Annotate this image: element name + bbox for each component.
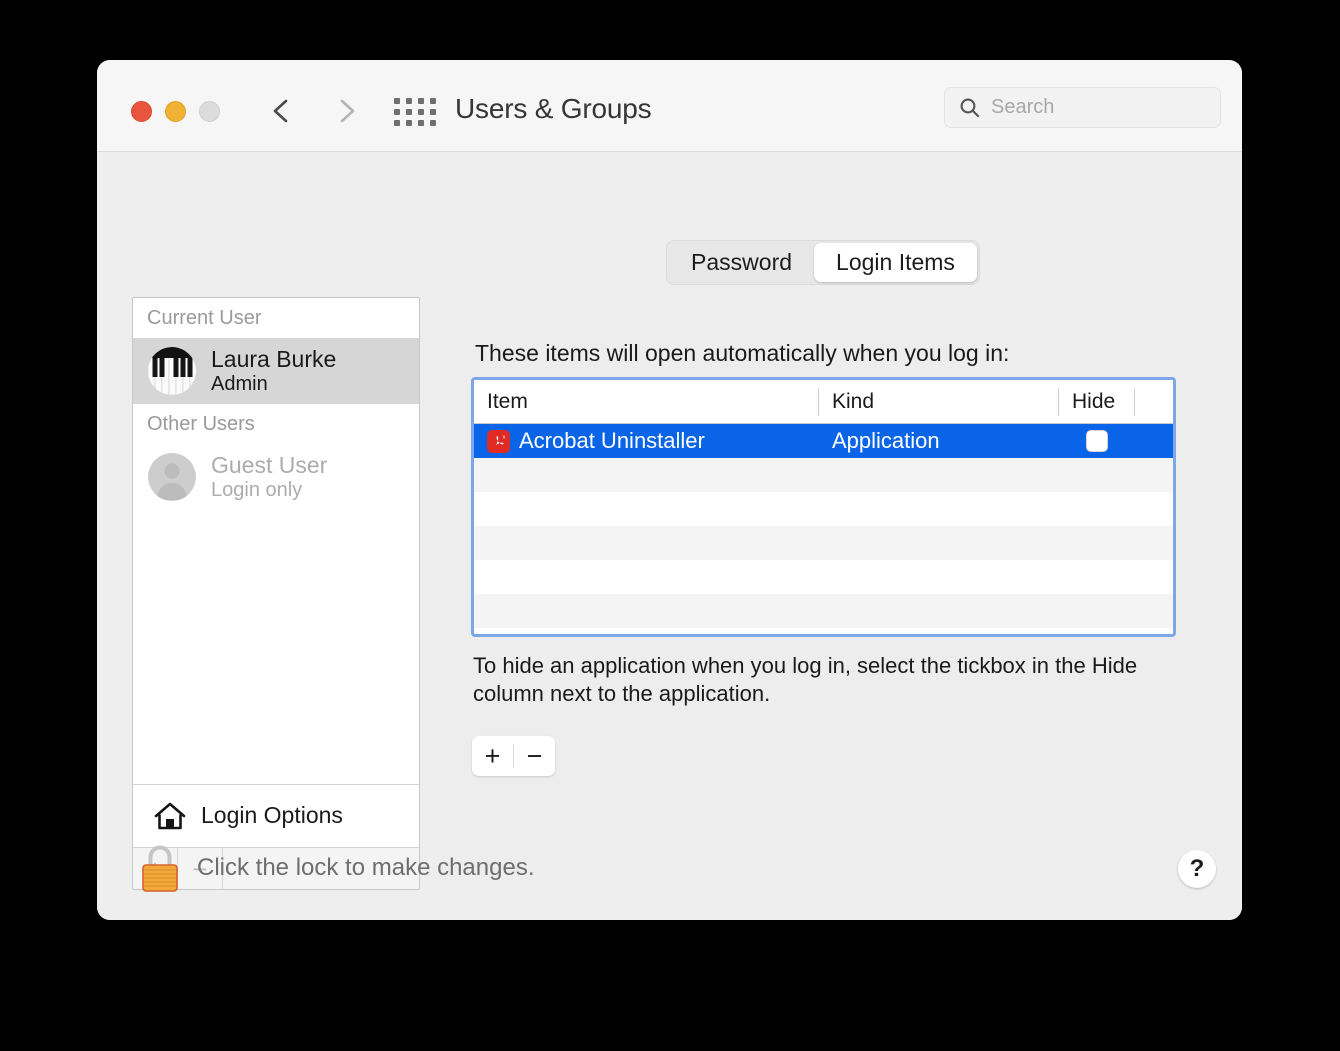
table-row[interactable]: x Acrobat Uninstaller Application — [474, 424, 1173, 458]
page-title: Users & Groups — [455, 93, 651, 125]
add-remove-login-item-group: + − — [472, 736, 555, 776]
table-row-empty[interactable] — [474, 492, 1173, 526]
hide-checkbox[interactable] — [1086, 430, 1108, 452]
search-input[interactable] — [991, 96, 1201, 119]
login-items-table[interactable]: Item Kind Hide x Acrobat — [471, 377, 1176, 637]
sidebar-group-header-current: Current User — [133, 298, 419, 338]
sidebar-item-laura-burke[interactable]: Laura Burke Admin — [133, 338, 419, 404]
window-body: Current User — [97, 152, 1242, 920]
table-row-empty[interactable] — [474, 628, 1173, 637]
back-arrow-icon[interactable] — [265, 94, 299, 128]
table-cell-hide — [1059, 430, 1135, 452]
users-sidebar: Current User — [132, 297, 420, 890]
panel-tab-group: Password Login Items — [666, 240, 980, 285]
svg-text:x: x — [503, 434, 506, 440]
help-button[interactable]: ? — [1178, 850, 1216, 888]
table-cell-item: x Acrobat Uninstaller — [474, 428, 819, 454]
add-login-item-button[interactable]: + — [472, 736, 513, 776]
table-row-empty[interactable] — [474, 458, 1173, 492]
forward-arrow-icon[interactable] — [329, 94, 363, 128]
remove-login-item-button[interactable]: − — [514, 736, 555, 776]
item-label: Acrobat Uninstaller — [519, 428, 705, 454]
lock-status-text: Click the lock to make changes. — [197, 854, 535, 882]
sidebar-group-header-other: Other Users — [133, 404, 419, 444]
sidebar-item-label: Login Options — [201, 802, 343, 829]
sidebar-item-guest-user[interactable]: Guest User Login only — [133, 444, 419, 510]
table-hint-text: To hide an application when you log in, … — [473, 652, 1173, 708]
person-silhouette-avatar — [148, 453, 196, 501]
home-icon — [153, 800, 187, 832]
user-name: Guest User — [211, 452, 327, 479]
search-field[interactable] — [944, 87, 1221, 128]
user-name: Laura Burke — [211, 346, 336, 373]
close-button[interactable] — [131, 101, 152, 122]
login-items-panel: Password Login Items These items will op… — [437, 292, 1209, 890]
window-titlebar: Users & Groups — [97, 60, 1242, 152]
column-header-hide[interactable]: Hide — [1059, 388, 1135, 416]
minimize-button[interactable] — [165, 101, 186, 122]
closed-padlock-icon[interactable] — [137, 840, 183, 894]
tab-password[interactable]: Password — [669, 243, 814, 282]
screen: Users & Groups Current User — [0, 0, 1340, 1051]
piano-keys-avatar — [148, 347, 196, 395]
table-cell-kind: Application — [819, 428, 1059, 454]
search-icon — [958, 96, 982, 120]
tab-login-items[interactable]: Login Items — [814, 243, 977, 282]
window-footer: Click the lock to make changes. ? — [97, 828, 1242, 920]
acrobat-pdf-icon: x — [487, 430, 510, 453]
table-row-empty[interactable] — [474, 526, 1173, 560]
column-header-kind[interactable]: Kind — [819, 388, 1059, 416]
show-all-grid-icon[interactable] — [394, 98, 434, 126]
zoom-button[interactable] — [199, 101, 220, 122]
panel-intro-text: These items will open automatically when… — [475, 340, 1009, 367]
user-role: Login only — [211, 479, 327, 502]
column-header-item[interactable]: Item — [474, 388, 819, 416]
user-role: Admin — [211, 373, 336, 396]
system-preferences-window: Users & Groups Current User — [97, 60, 1242, 920]
table-row-empty[interactable] — [474, 594, 1173, 628]
table-row-empty[interactable] — [474, 560, 1173, 594]
table-header-row: Item Kind Hide — [474, 380, 1173, 424]
